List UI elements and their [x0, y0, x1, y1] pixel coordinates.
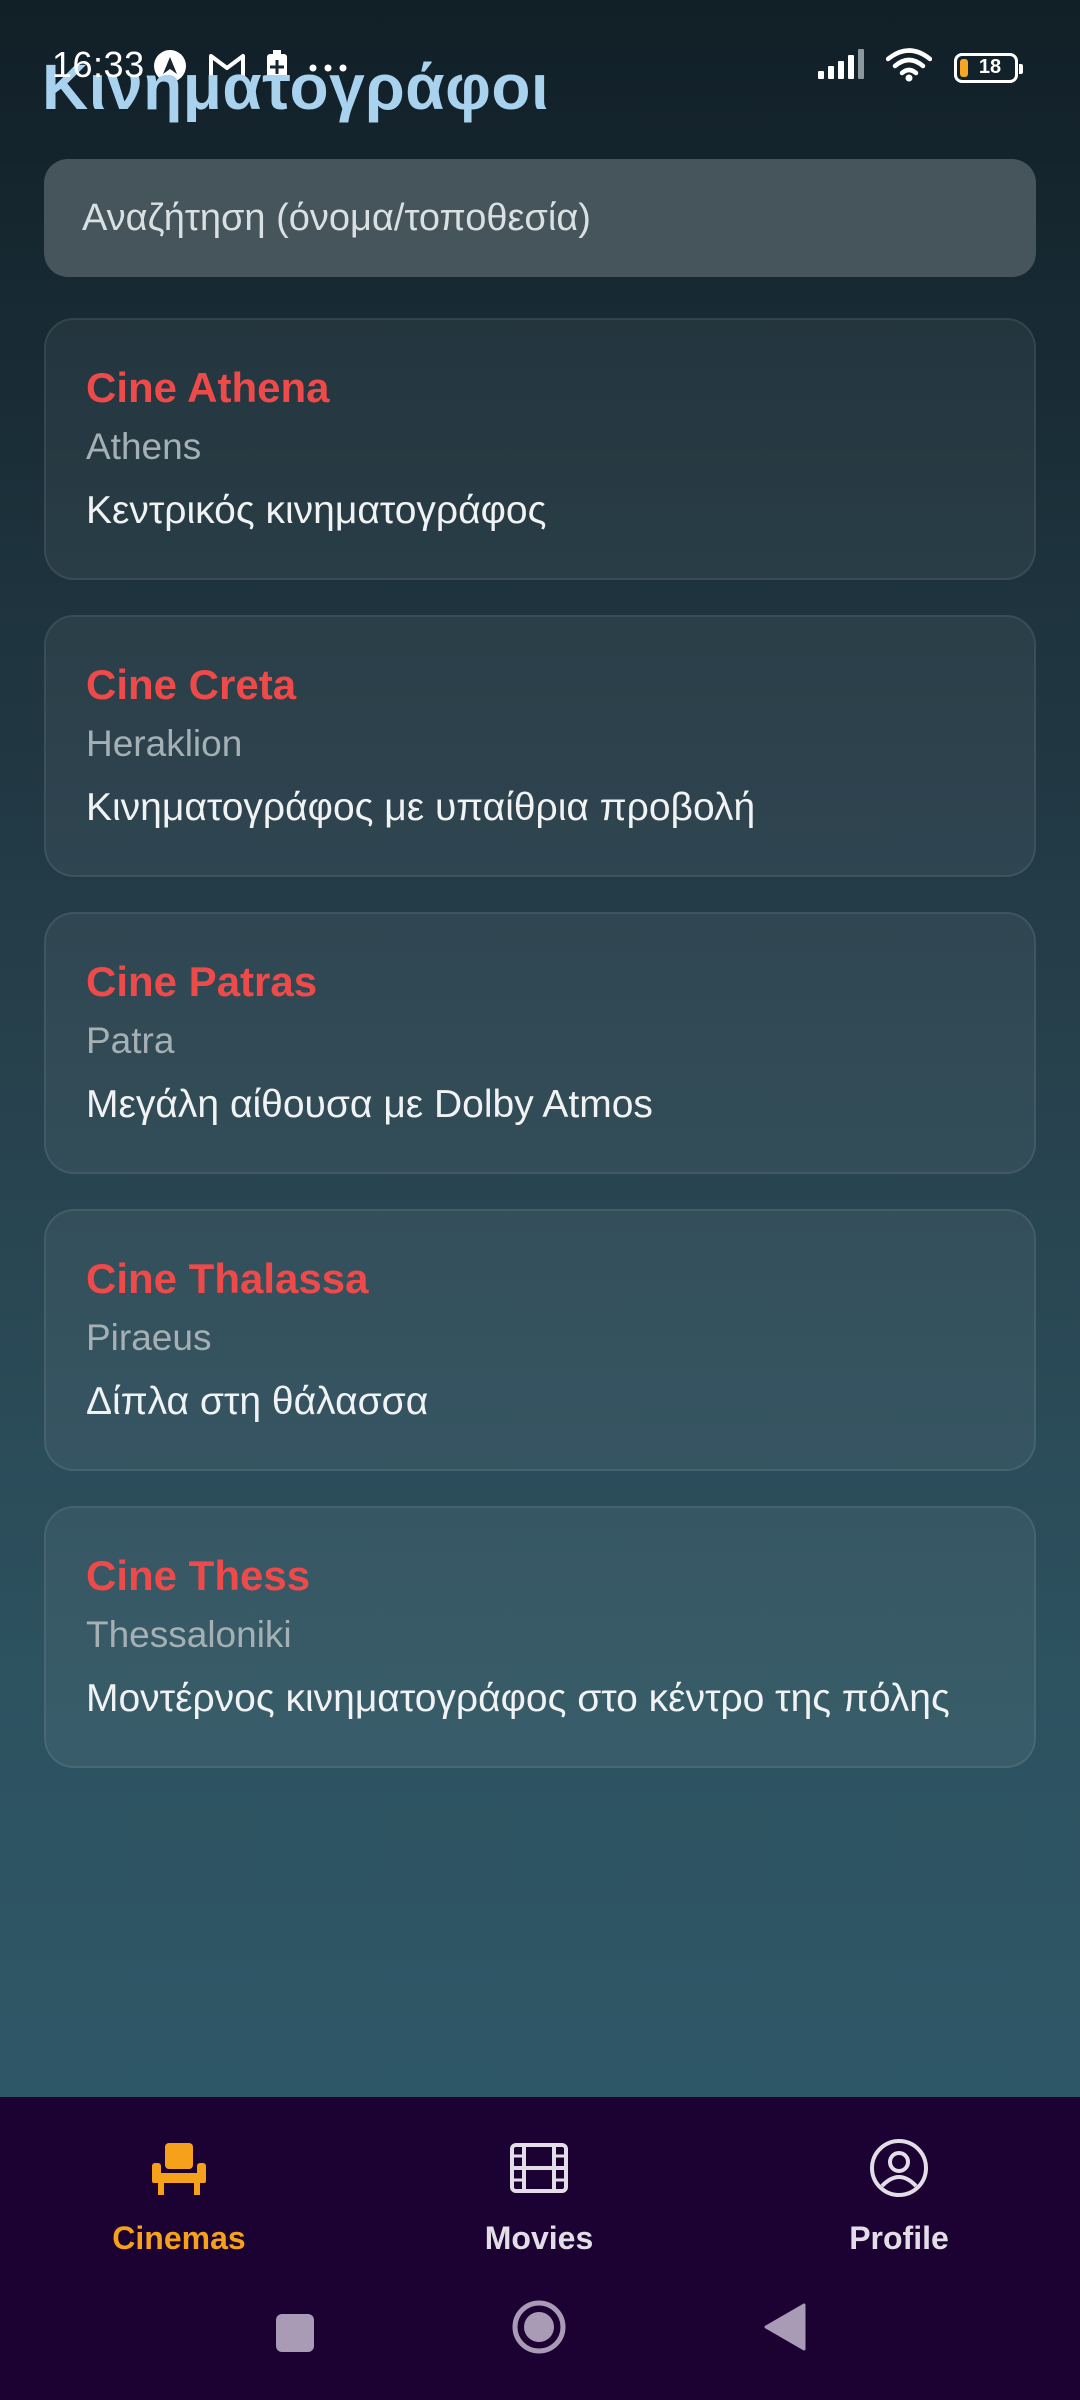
cinema-city: Athens [86, 426, 202, 468]
battery-icon: 18 [954, 52, 1023, 83]
cinema-card-thess[interactable]: Cine Thess Thessaloniki Μοντέρνος κινημα… [44, 1506, 1036, 1768]
cinema-description: Μοντέρνος κινηματογράφος στο κέντρο της … [86, 1676, 950, 1720]
nav-label-movies: Movies [484, 2220, 594, 2256]
nav-item-movies[interactable]: Movies [429, 2137, 649, 2277]
nav-item-cinemas[interactable]: Cinemas [69, 2137, 289, 2277]
cinema-card-athena[interactable]: Cine Athena Athens Κεντρικός κινηματογρά… [44, 318, 1036, 580]
cinema-name: Cine Creta [86, 661, 297, 708]
nav-label-profile: Profile [849, 2220, 949, 2256]
cinema-name: Cine Athena [86, 364, 330, 411]
cinema-description: Κεντρικός κινηματογράφος [86, 488, 547, 532]
cinema-name: Cine Thalassa [86, 1255, 369, 1302]
system-nav-bar [0, 2300, 1080, 2370]
battery-level: 18 [978, 56, 1002, 78]
wifi-icon [885, 48, 933, 87]
search-input[interactable] [82, 196, 1036, 240]
back-triangle-icon[interactable] [762, 2302, 806, 2357]
signal-icon [816, 49, 864, 86]
page-title: Κινηματογράφοι [42, 51, 550, 123]
search-box[interactable] [44, 159, 1036, 277]
cinema-list: Cine Athena Athens Κεντρικός κινηματογρά… [44, 318, 1036, 1803]
cinema-card-thalassa[interactable]: Cine Thalassa Piraeus Δίπλα στη θάλασσα [44, 1209, 1036, 1471]
seat-icon [148, 2137, 210, 2204]
nav-label-cinemas: Cinemas [112, 2220, 246, 2256]
cinema-description: Δίπλα στη θάλασσα [86, 1379, 429, 1423]
status-right-icons: 18 [816, 48, 1023, 87]
bottom-nav: Cinemas Movies Profile [0, 2097, 1080, 2400]
profile-icon [868, 2137, 930, 2204]
cinema-city: Patra [86, 1020, 175, 1062]
cinema-name: Cine Thess [86, 1552, 311, 1599]
nav-item-profile[interactable]: Profile [789, 2137, 1009, 2277]
home-circle-icon[interactable] [510, 2298, 568, 2361]
cinema-city: Heraklion [86, 723, 243, 765]
cinema-city: Piraeus [86, 1317, 212, 1359]
cinema-name: Cine Patras [86, 958, 318, 1005]
recents-square-icon[interactable] [274, 2312, 316, 2359]
cinema-card-creta[interactable]: Cine Creta Heraklion Κινηματογράφος με υ… [44, 615, 1036, 877]
cinema-description: Μεγάλη αίθουσα με Dolby Atmos [86, 1082, 653, 1126]
film-icon [508, 2137, 570, 2204]
cinema-card-patras[interactable]: Cine Patras Patra Μεγάλη αίθουσα με Dolb… [44, 912, 1036, 1174]
cinema-description: Κινηματογράφος με υπαίθρια προβολή [86, 785, 756, 829]
cinema-city: Thessaloniki [86, 1614, 292, 1656]
